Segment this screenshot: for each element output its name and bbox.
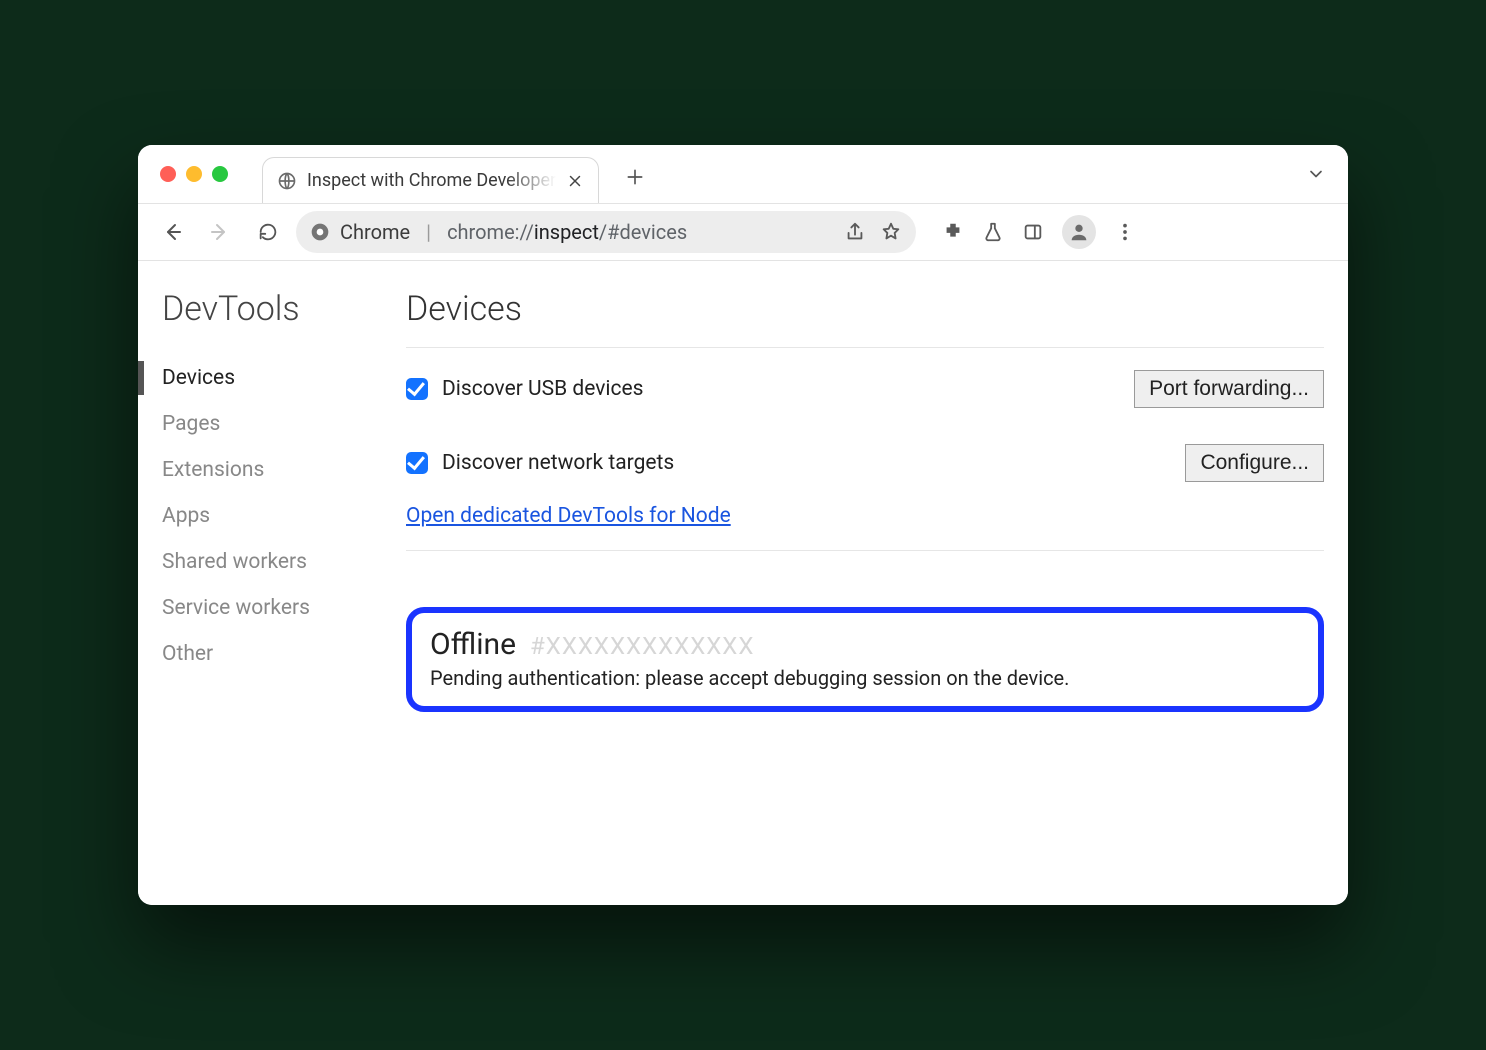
row-discover-network: Discover network targets Configure...: [406, 444, 1324, 482]
forward-button[interactable]: [200, 212, 240, 252]
row-discover-usb: Discover USB devices Port forwarding...: [406, 370, 1324, 408]
maximize-window-button[interactable]: [212, 166, 228, 182]
discover-usb-label: Discover USB devices: [442, 377, 644, 401]
sidebar-item-extensions[interactable]: Extensions: [154, 447, 388, 493]
browser-window: Inspect with Chrome Developer Chrome | c…: [138, 145, 1348, 905]
minimize-window-button[interactable]: [186, 166, 202, 182]
side-panel-icon[interactable]: [1022, 221, 1044, 243]
toolbar: Chrome | chrome://inspect/#devices: [138, 203, 1348, 261]
discover-network-checkbox[interactable]: [406, 452, 428, 474]
sidebar-item-devices[interactable]: Devices: [154, 355, 388, 401]
reload-button[interactable]: [248, 212, 288, 252]
window-controls: [160, 166, 228, 182]
chrome-icon: [310, 222, 330, 242]
main-panel: Devices Discover USB devices Port forwar…: [388, 261, 1348, 905]
page-content: DevTools Devices Pages Extensions Apps S…: [138, 261, 1348, 905]
share-icon[interactable]: [844, 221, 866, 243]
tab-strip: Inspect with Chrome Developer: [138, 145, 1348, 203]
sidebar-item-shared-workers[interactable]: Shared workers: [154, 539, 388, 585]
port-forwarding-button[interactable]: Port forwarding...: [1134, 370, 1324, 408]
toolbar-right: [942, 215, 1136, 249]
address-bar[interactable]: Chrome | chrome://inspect/#devices: [296, 211, 916, 253]
tabs-dropdown-icon[interactable]: [1306, 164, 1326, 184]
url-product-label: Chrome: [340, 220, 410, 244]
url-path: /#devices: [599, 220, 687, 244]
browser-tab[interactable]: Inspect with Chrome Developer: [262, 157, 599, 203]
person-icon: [1068, 221, 1090, 243]
sidebar-item-other[interactable]: Other: [154, 631, 388, 677]
profile-avatar[interactable]: [1062, 215, 1096, 249]
close-tab-icon[interactable]: [566, 172, 584, 190]
kebab-menu-icon[interactable]: [1114, 221, 1136, 243]
device-status: Offline: [430, 627, 516, 662]
extensions-icon[interactable]: [942, 221, 964, 243]
configure-button[interactable]: Configure...: [1185, 444, 1324, 482]
sidebar-item-pages[interactable]: Pages: [154, 401, 388, 447]
sidebar-nav: Devices Pages Extensions Apps Shared wor…: [154, 355, 388, 677]
sidebar-brand: DevTools: [154, 289, 388, 329]
discover-usb-checkbox[interactable]: [406, 378, 428, 400]
device-message: Pending authentication: please accept de…: [430, 666, 1300, 690]
url-separator: |: [420, 220, 437, 244]
new-tab-button[interactable]: [625, 167, 645, 187]
discover-network-label: Discover network targets: [442, 451, 674, 475]
labs-flask-icon[interactable]: [982, 221, 1004, 243]
back-button[interactable]: [152, 212, 192, 252]
device-status-box: Offline #XXXXXXXXXXXXX Pending authentic…: [406, 607, 1324, 712]
device-id-hash: #XXXXXXXXXXXXX: [530, 632, 754, 660]
tab-title: Inspect with Chrome Developer: [307, 170, 556, 191]
globe-icon: [277, 171, 297, 191]
open-node-devtools-link[interactable]: Open dedicated DevTools for Node: [406, 504, 1324, 551]
sidebar-item-apps[interactable]: Apps: [154, 493, 388, 539]
url-scheme: chrome://: [447, 220, 534, 244]
close-window-button[interactable]: [160, 166, 176, 182]
page-title: Devices: [406, 289, 1324, 348]
sidebar-item-service-workers[interactable]: Service workers: [154, 585, 388, 631]
sidebar: DevTools Devices Pages Extensions Apps S…: [138, 261, 388, 905]
bookmark-star-icon[interactable]: [880, 221, 902, 243]
url-host: inspect: [534, 220, 599, 244]
